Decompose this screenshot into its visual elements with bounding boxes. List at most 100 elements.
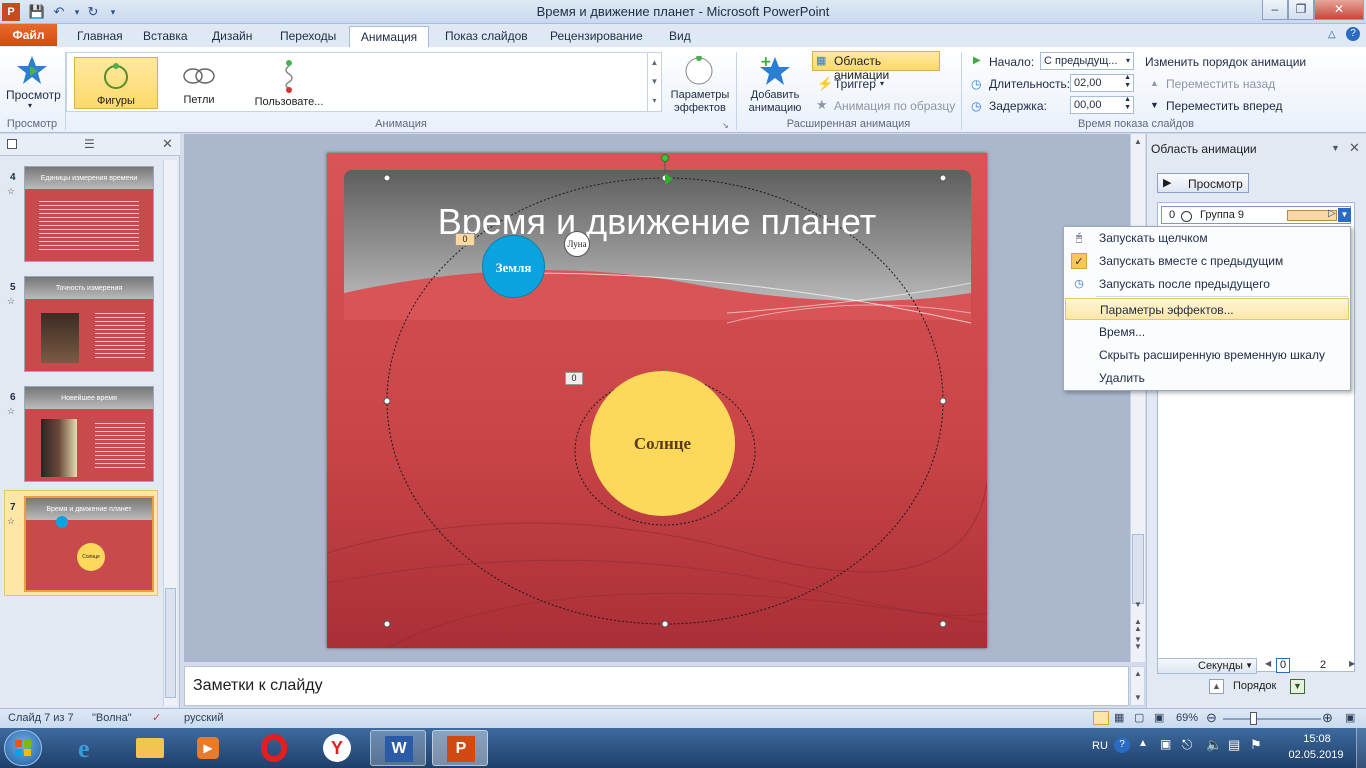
sun-shape[interactable]: Солнце bbox=[590, 371, 735, 516]
slide-thumbnail-4[interactable]: Единицы измерения времени bbox=[24, 166, 154, 262]
scroll-thumb[interactable] bbox=[165, 588, 176, 698]
delay-input[interactable]: 00,00 ▲ ▼ bbox=[1070, 96, 1134, 114]
volume-icon[interactable]: 🔈 bbox=[1206, 737, 1222, 753]
zoom-out-icon[interactable]: ⊖ bbox=[1206, 710, 1217, 726]
slide-thumbnail-5[interactable]: Точность измерения bbox=[24, 276, 154, 372]
slide-thumbnail-6[interactable]: Новейшее время bbox=[24, 386, 154, 482]
scroll-up-icon[interactable]: ▲ bbox=[1134, 669, 1142, 678]
timeline-right-icon[interactable]: ▶ bbox=[1349, 659, 1355, 668]
minimize-button[interactable]: – bbox=[1262, 0, 1288, 20]
preview-dropdown-icon[interactable]: ▾ bbox=[28, 101, 32, 110]
animation-item[interactable]: 0 Группа 9 ▷ ▼ bbox=[1161, 206, 1351, 224]
item-dropdown-button[interactable]: ▼ bbox=[1338, 208, 1351, 222]
delay-spinner[interactable]: ▲ ▼ bbox=[1124, 96, 1131, 112]
notes-scrollbar[interactable]: ▲ ▼ bbox=[1130, 666, 1145, 706]
tab-transitions[interactable]: Переходы bbox=[276, 26, 340, 48]
seconds-select[interactable]: Секунды ▼ bbox=[1157, 658, 1257, 674]
start-select[interactable]: С предыдущ... ▾ bbox=[1040, 52, 1134, 70]
powerpoint-icon[interactable]: P bbox=[432, 730, 488, 766]
preview-star-icon[interactable] bbox=[16, 54, 48, 89]
duration-spinner[interactable]: ▲ ▼ bbox=[1124, 74, 1131, 90]
menu-start-with-previous[interactable]: ✓ Запускать вместе с предыдущим bbox=[1065, 250, 1349, 272]
word-icon[interactable]: W bbox=[370, 730, 426, 766]
notes-pane[interactable]: Заметки к слайду bbox=[184, 666, 1129, 706]
menu-start-on-click[interactable]: 🖰 Запускать щелчком bbox=[1065, 227, 1349, 249]
slideshow-view-icon[interactable]: ▣ bbox=[1154, 711, 1164, 724]
tab-review[interactable]: Рецензирование bbox=[546, 26, 647, 48]
flag-icon[interactable]: ⚑ bbox=[1250, 737, 1262, 753]
tab-design[interactable]: Дизайн bbox=[208, 26, 256, 48]
preview-button[interactable]: Просмотр bbox=[6, 88, 61, 102]
normal-view-icon[interactable] bbox=[1093, 711, 1109, 725]
trigger-dropdown-icon[interactable]: ▾ bbox=[880, 79, 884, 88]
scroll-up-icon[interactable]: ▲ bbox=[1134, 137, 1142, 146]
slide-scrollbar[interactable]: ▲ ▼ ▲ ▲ ▼ ▼ bbox=[1130, 134, 1145, 662]
menu-delete[interactable]: Удалить bbox=[1065, 367, 1349, 389]
close-pane-icon[interactable]: ✕ bbox=[1349, 140, 1360, 156]
menu-timing[interactable]: Время... bbox=[1065, 321, 1349, 343]
zoom-level[interactable]: 69% bbox=[1176, 712, 1198, 724]
sorter-view-icon[interactable]: ▦ bbox=[1114, 711, 1124, 724]
earth-shape[interactable]: Земля bbox=[482, 235, 545, 298]
zoom-thumb[interactable] bbox=[1250, 712, 1257, 725]
minimize-ribbon-icon[interactable]: △ bbox=[1328, 29, 1336, 40]
reorder-down-button[interactable]: ▼ bbox=[1290, 679, 1305, 694]
effect-params-icon[interactable] bbox=[684, 55, 714, 89]
add-animation-button[interactable]: Добавить анимацию bbox=[742, 89, 808, 115]
pane-options-icon[interactable]: ▼ bbox=[1331, 143, 1340, 153]
timeline-left-icon[interactable]: ◀ bbox=[1265, 659, 1271, 668]
language[interactable]: русский bbox=[184, 712, 223, 724]
clock-date[interactable]: 02.05.2019 bbox=[1280, 749, 1352, 761]
tray-expand-icon[interactable]: ▲ bbox=[1138, 738, 1148, 749]
help-icon[interactable]: ? bbox=[1346, 27, 1360, 41]
network-icon[interactable]: ▤ bbox=[1228, 737, 1240, 753]
explorer-icon[interactable] bbox=[122, 730, 178, 766]
tab-view[interactable]: Вид bbox=[665, 26, 695, 48]
slide-title[interactable]: Время и движение планет bbox=[327, 201, 987, 243]
outline-tab-icon[interactable]: ☰ bbox=[84, 137, 95, 151]
trigger-button[interactable]: Триггер bbox=[834, 77, 876, 91]
lang-indicator[interactable]: RU bbox=[1092, 740, 1108, 752]
tab-insert[interactable]: Вставка bbox=[139, 26, 192, 48]
slide-canvas[interactable]: Время и движение планет 0 0 Земля Луна С… bbox=[327, 153, 987, 648]
effect-shapes[interactable]: Фигуры bbox=[74, 57, 158, 109]
menu-hide-timeline[interactable]: Скрыть расширенную временную шкалу bbox=[1065, 344, 1349, 366]
show-desktop-button[interactable] bbox=[1356, 728, 1366, 768]
scroll-down-icon[interactable]: ▼ bbox=[1134, 693, 1142, 702]
media-player-icon[interactable]: ▶ bbox=[180, 730, 236, 766]
effect-params-button[interactable]: Параметры эффектов bbox=[667, 89, 733, 115]
zoom-in-icon[interactable]: ⊕ bbox=[1322, 710, 1333, 726]
reading-view-icon[interactable]: ▢ bbox=[1134, 711, 1144, 724]
duration-input[interactable]: 02,00 ▲ ▼ bbox=[1070, 74, 1134, 92]
anim-tag-earth[interactable]: 0 bbox=[455, 233, 475, 246]
scroll-thumb[interactable] bbox=[1132, 534, 1144, 604]
dialog-launcher-icon[interactable]: ↘ bbox=[722, 121, 729, 130]
slide-thumbnail-7[interactable]: Время и движение планет Солнце bbox=[24, 496, 154, 592]
zoom-slider[interactable] bbox=[1223, 718, 1321, 720]
opera-icon[interactable] bbox=[246, 730, 302, 766]
effect-loops[interactable]: Петли bbox=[157, 57, 241, 109]
usb-icon[interactable]: ⎋ bbox=[1182, 737, 1192, 753]
menu-start-after-previous[interactable]: ◷ Запускать после предыдущего bbox=[1065, 273, 1349, 295]
next-slide-icon[interactable]: ▼ ▼ bbox=[1134, 636, 1142, 651]
add-animation-icon[interactable]: + bbox=[758, 54, 792, 91]
reorder-up-button[interactable]: ▲ bbox=[1209, 679, 1224, 694]
yandex-icon[interactable]: Y bbox=[308, 730, 364, 766]
tray-app-icon[interactable]: ▣ bbox=[1160, 737, 1171, 751]
start-button[interactable] bbox=[4, 730, 42, 766]
anim-painter-button[interactable]: Анимация по образцу bbox=[834, 99, 955, 113]
gallery-scroll[interactable]: ▲ ▼ ▾ bbox=[647, 53, 661, 111]
spellcheck-icon[interactable]: ✓ bbox=[152, 711, 161, 724]
prev-slide-icon[interactable]: ▲ ▲ bbox=[1134, 618, 1142, 633]
close-button[interactable]: ✕ bbox=[1314, 0, 1364, 20]
tab-file[interactable]: Файл bbox=[0, 24, 57, 46]
move-back-button[interactable]: Переместить назад bbox=[1166, 77, 1275, 91]
tab-animation[interactable]: Анимация bbox=[349, 26, 429, 48]
moon-shape[interactable]: Луна bbox=[564, 231, 590, 257]
close-pane-icon[interactable]: ✕ bbox=[162, 136, 173, 152]
slides-tab-icon[interactable] bbox=[7, 139, 17, 149]
ie-icon[interactable]: e bbox=[64, 730, 120, 766]
tab-slideshow[interactable]: Показ слайдов bbox=[441, 26, 532, 48]
move-forward-button[interactable]: Переместить вперед bbox=[1166, 99, 1282, 113]
menu-effect-options[interactable]: Параметры эффектов... bbox=[1065, 298, 1349, 320]
